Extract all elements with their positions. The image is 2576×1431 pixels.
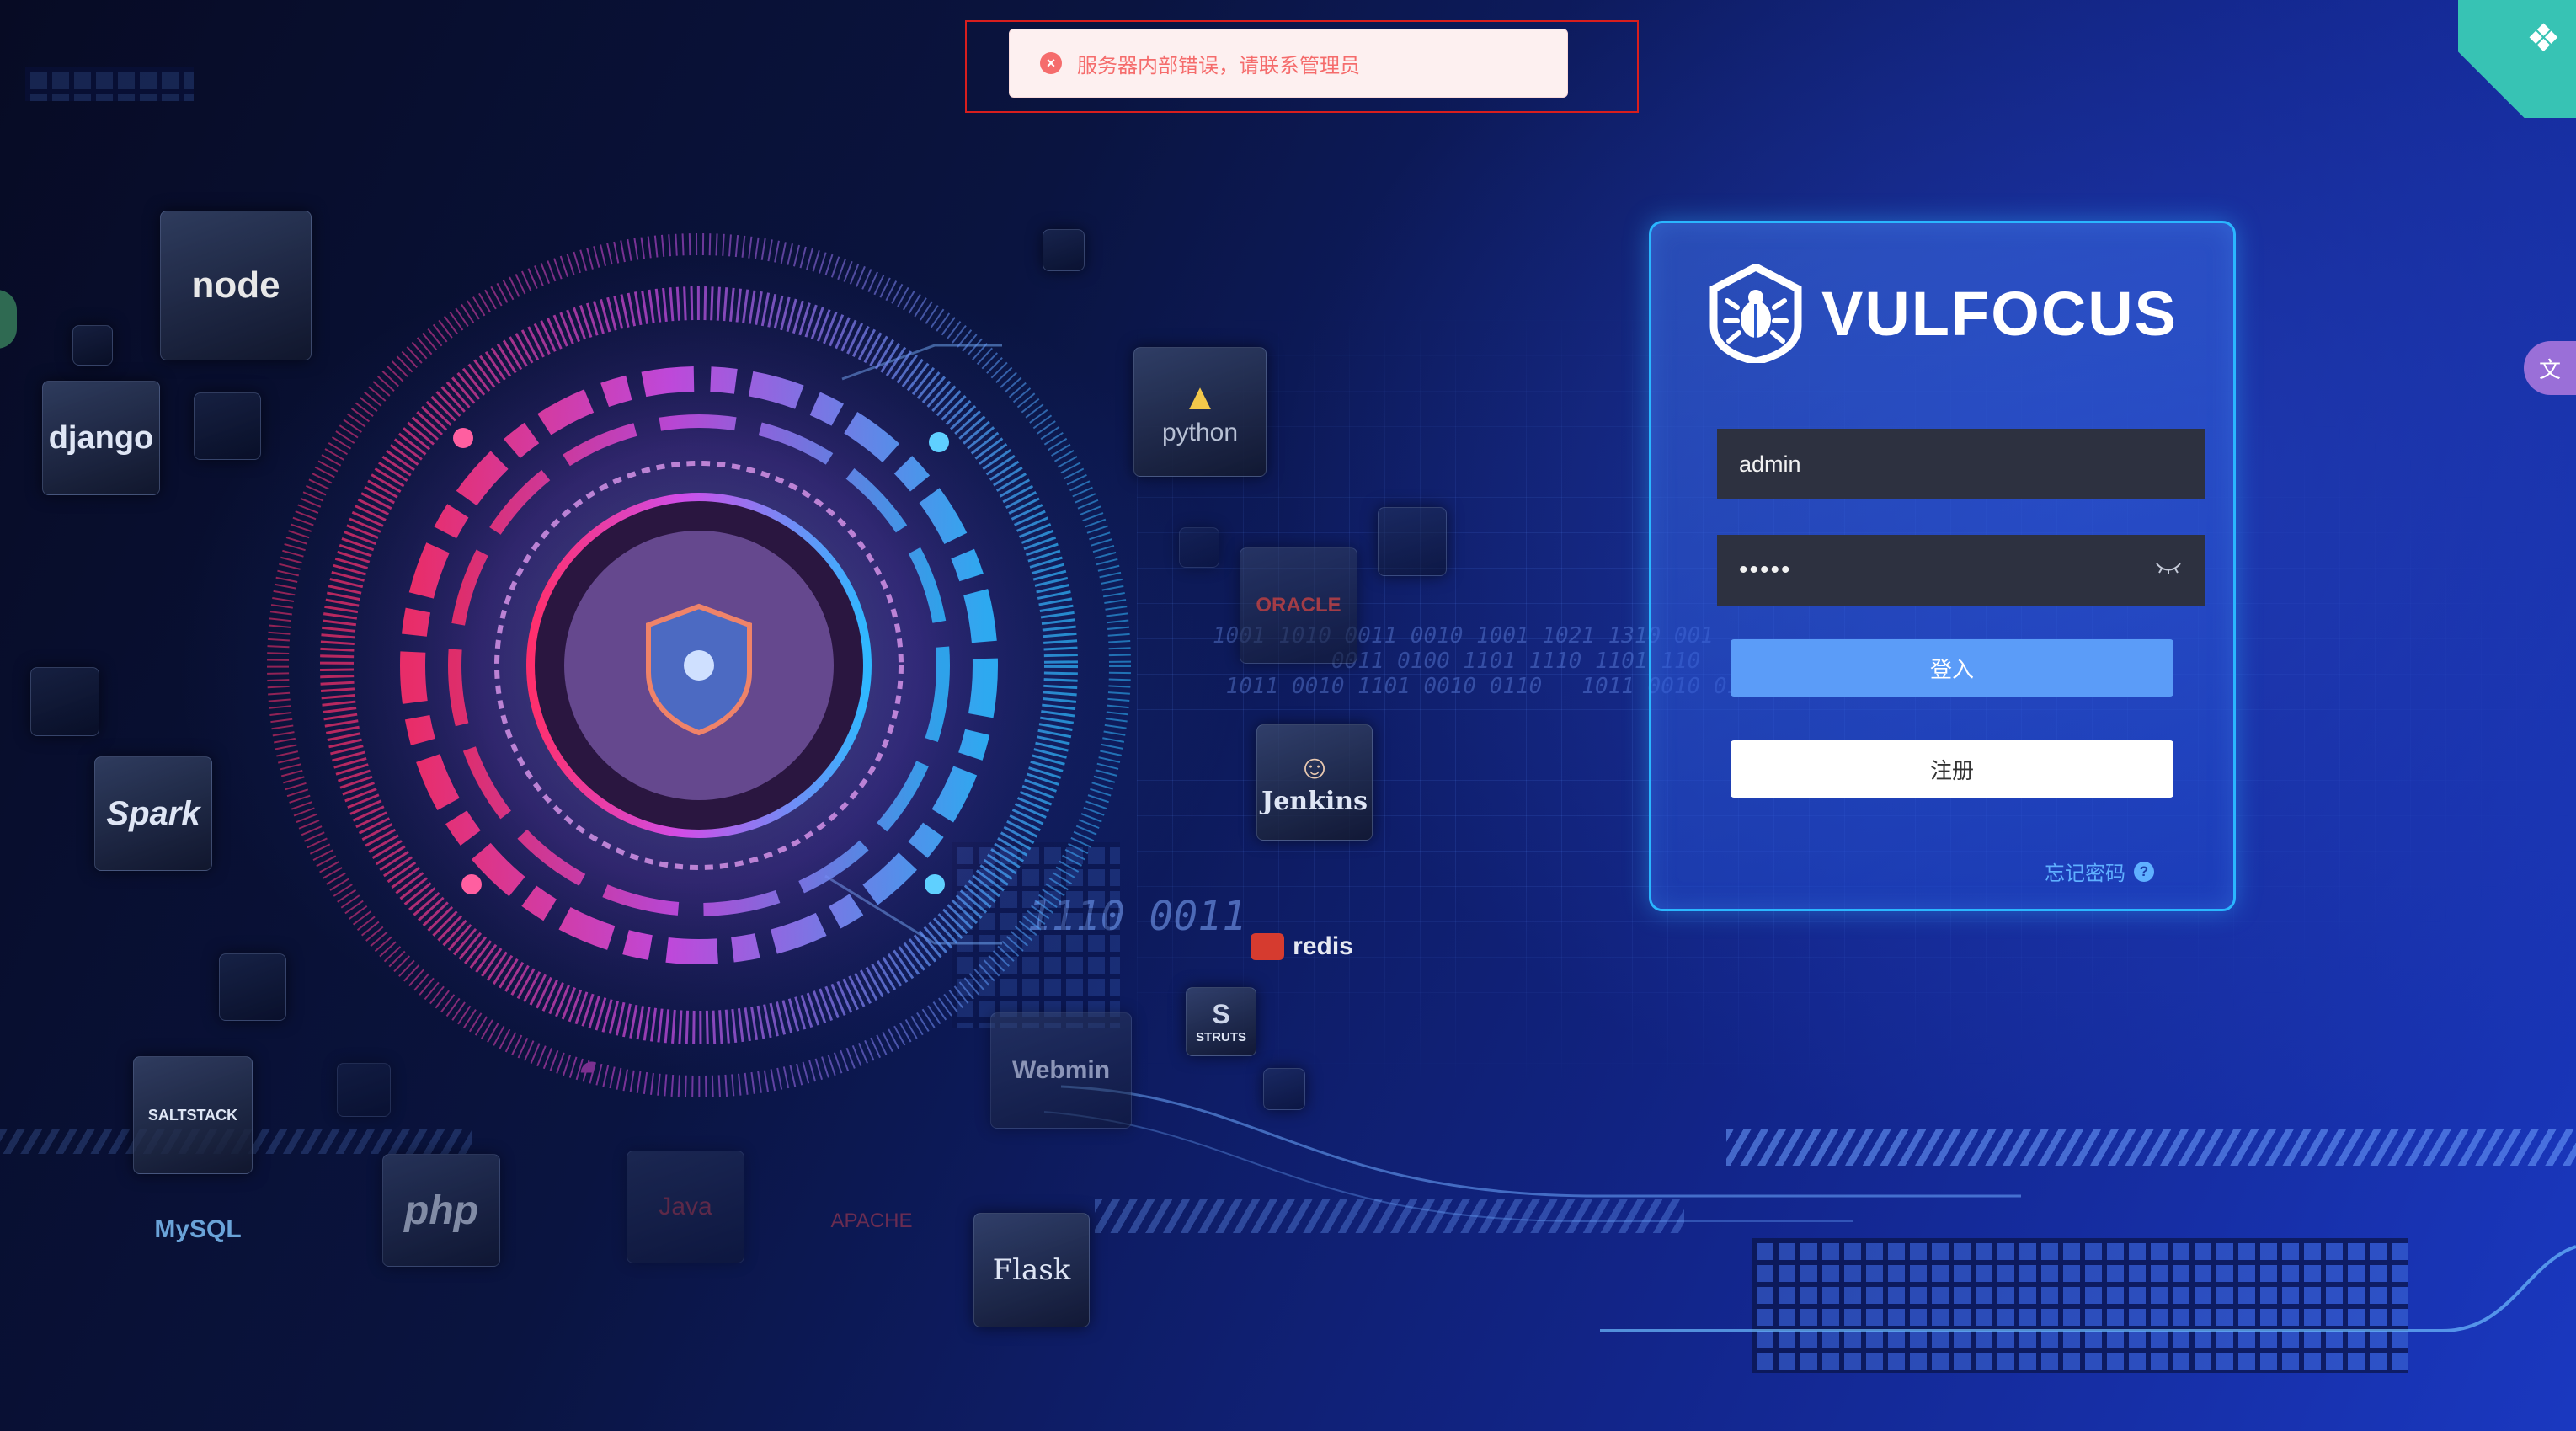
struts-logo-text: STRUTS [1196, 1030, 1246, 1044]
webmin-logo-text: Webmin [1011, 1056, 1111, 1084]
node-logo-text: node [191, 264, 280, 306]
empty-tile [219, 953, 286, 1021]
flask-logo-tile: Flask [973, 1213, 1090, 1327]
oracle-logo-tile: ORACLE [1240, 547, 1357, 664]
forgot-password-link[interactable]: 忘记密码 ? [2045, 857, 2154, 886]
empty-tile [1378, 507, 1447, 576]
spark-logo-tile: Spark [94, 756, 212, 871]
java-logo-text: Java [659, 1193, 712, 1220]
jenkins-icon: ☺ [1297, 749, 1332, 786]
empty-tile [1179, 527, 1219, 568]
redis-logo: redis [1243, 921, 1361, 972]
apache-logo-text: APACHE [830, 1209, 913, 1232]
python-icon: ▲ [1181, 376, 1219, 418]
php-logo-tile: php [382, 1154, 500, 1267]
python-logo-text: python [1161, 419, 1239, 446]
login-card: VULFOCUS admin ••••• 登入 注册 忘记密码 ? [1649, 221, 2236, 911]
login-button[interactable]: 登入 [1731, 639, 2173, 697]
error-message: 服务器内部错误，请联系管理员 [1077, 54, 1360, 77]
webmin-logo-tile: Webmin [990, 1012, 1132, 1129]
saltstack-logo-tile: SALTSTACK [133, 1056, 253, 1174]
apache-logo: APACHE [817, 1188, 926, 1255]
spark-logo-text: Spark [106, 794, 200, 832]
hide-password-icon[interactable] [2155, 557, 2182, 580]
empty-tile [337, 1063, 391, 1117]
shield-bug-icon [1709, 264, 1802, 363]
empty-tile [72, 325, 113, 366]
redis-logo-text: redis [1293, 932, 1353, 960]
flask-logo-text: Flask [992, 1253, 1071, 1287]
mysql-logo: MySQL [143, 1204, 253, 1255]
empty-tile [194, 392, 261, 460]
empty-tile [30, 667, 99, 736]
jenkins-logo-tile: ☺ Jenkins [1256, 724, 1373, 841]
empty-tile [1263, 1068, 1305, 1110]
password-value: ••••• [1739, 556, 1792, 584]
mysql-logo-text: MySQL [154, 1215, 242, 1243]
help-icon: ? [2134, 861, 2154, 882]
username-input[interactable]: admin [1717, 429, 2205, 499]
python-logo-tile: ▲ python [1133, 347, 1267, 477]
django-logo-text: django [48, 419, 154, 456]
password-input[interactable]: ••••• [1717, 535, 2205, 606]
struts-logo-tile: S STRUTS [1186, 987, 1256, 1056]
struts-icon: S [1212, 999, 1230, 1029]
oracle-logo-text: ORACLE [1256, 594, 1341, 617]
saltstack-logo-text: SALTSTACK [147, 1106, 238, 1124]
java-logo-tile: Java [627, 1151, 744, 1263]
php-logo-text: php [404, 1188, 478, 1233]
empty-tile [1043, 229, 1085, 271]
brand-name: VULFOCUS [1821, 278, 2178, 349]
django-logo-tile: django [42, 381, 160, 495]
fork-icon: ❖ [2525, 16, 2561, 60]
error-toast: × 服务器内部错误，请联系管理员 [1009, 29, 1568, 98]
brand: VULFOCUS [1709, 264, 2178, 363]
redis-icon [1251, 933, 1285, 960]
translate-icon[interactable]: 文 [2524, 341, 2576, 395]
forgot-password-label: 忘记密码 [2045, 862, 2125, 885]
error-circle-icon: × [1040, 52, 1062, 74]
register-button[interactable]: 注册 [1731, 740, 2173, 798]
jenkins-logo-text: Jenkins [1261, 787, 1368, 816]
corner-ribbon[interactable]: ❖ [2458, 0, 2576, 118]
node-logo-tile: node [160, 211, 312, 360]
cyber-core-graphic [261, 227, 1137, 1103]
username-value: admin [1739, 451, 1801, 477]
